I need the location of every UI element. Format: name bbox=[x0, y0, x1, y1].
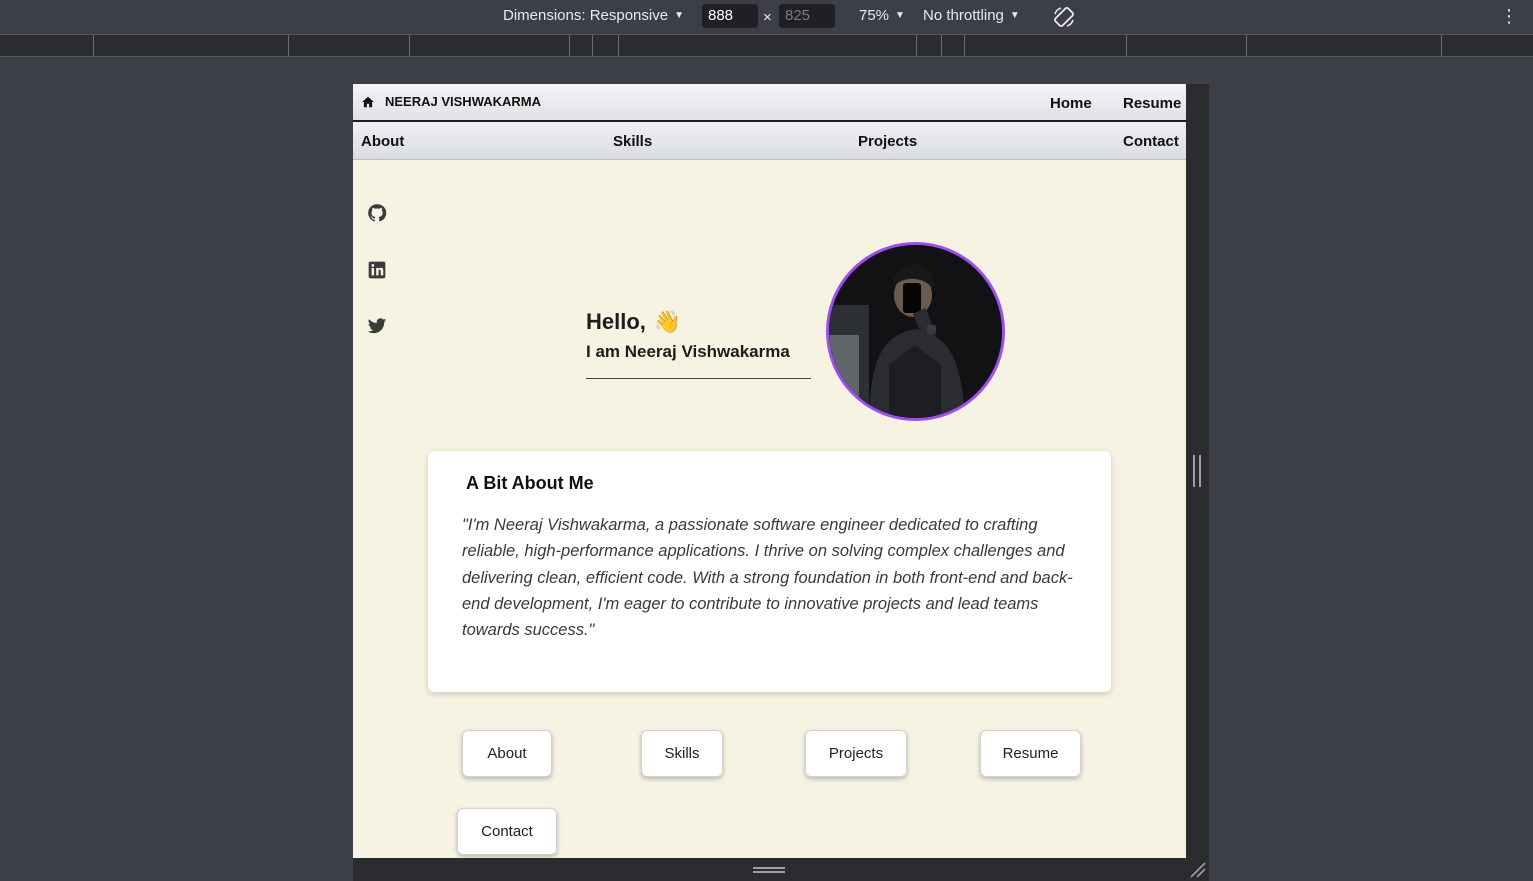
linkedin-icon[interactable] bbox=[367, 260, 387, 280]
about-button[interactable]: About bbox=[462, 730, 552, 777]
resize-grip-icon bbox=[753, 867, 785, 873]
top-navbar: NEERAJ VISHWAKARMA Home Resume bbox=[353, 84, 1186, 122]
profile-photo bbox=[829, 245, 1002, 418]
resume-button[interactable]: Resume bbox=[980, 730, 1081, 777]
hero-greeting: Hello, 👋 bbox=[586, 309, 681, 335]
nav-projects-link[interactable]: Projects bbox=[858, 133, 917, 150]
more-options-icon[interactable]: ⋮ bbox=[1500, 7, 1518, 25]
dimensions-label: Dimensions: Responsive bbox=[503, 7, 669, 24]
height-input[interactable]: 825 bbox=[779, 4, 835, 28]
throttling-dropdown[interactable]: No throttling ▼ bbox=[923, 7, 1020, 24]
zoom-label: 75% bbox=[859, 7, 890, 24]
nav-contact-link[interactable]: Contact bbox=[1123, 133, 1179, 150]
nav-skills-link[interactable]: Skills bbox=[613, 133, 652, 150]
zoom-dropdown[interactable]: 75% ▼ bbox=[859, 7, 905, 24]
profile-avatar bbox=[826, 242, 1005, 421]
section-navbar: About Skills Projects Contact bbox=[353, 122, 1186, 160]
emulated-viewport: NEERAJ VISHWAKARMA Home Resume About Ski… bbox=[353, 84, 1186, 858]
twitter-icon[interactable] bbox=[367, 316, 387, 336]
github-icon[interactable] bbox=[367, 203, 387, 223]
width-input[interactable]: 888 bbox=[702, 4, 758, 28]
projects-button[interactable]: Projects bbox=[805, 730, 907, 777]
media-query-ruler bbox=[0, 34, 1533, 57]
rotate-icon[interactable] bbox=[1052, 5, 1076, 29]
dimensions-dropdown[interactable]: Dimensions: Responsive ▼ bbox=[503, 7, 684, 24]
skills-button[interactable]: Skills bbox=[641, 730, 723, 777]
hero-divider bbox=[586, 378, 811, 379]
wave-icon: 👋 bbox=[653, 309, 682, 335]
dimension-separator: × bbox=[763, 9, 772, 26]
nav-about-link[interactable]: About bbox=[361, 133, 404, 150]
viewport-height-resizer[interactable] bbox=[353, 858, 1186, 881]
greeting-text: Hello, bbox=[586, 309, 646, 334]
nav-home-link[interactable]: Home bbox=[1050, 95, 1092, 112]
devtools-device-toolbar: Dimensions: Responsive ▼ 888 × 825 75% ▼… bbox=[0, 0, 1533, 34]
chevron-down-icon: ▼ bbox=[674, 10, 684, 21]
about-text: "I'm Neeraj Vishwakarma, a passionate so… bbox=[462, 516, 1073, 640]
about-title: A Bit About Me bbox=[466, 473, 594, 493]
home-icon bbox=[362, 96, 374, 107]
nav-resume-link[interactable]: Resume bbox=[1123, 95, 1181, 112]
hero-intro: I am Neeraj Vishwakarma bbox=[586, 342, 790, 361]
resize-grip-icon bbox=[1193, 455, 1201, 487]
throttling-label: No throttling bbox=[923, 7, 1004, 24]
corner-resize-icon[interactable] bbox=[1186, 858, 1209, 881]
brand-link[interactable]: NEERAJ VISHWAKARMA bbox=[361, 94, 541, 109]
chevron-down-icon: ▼ bbox=[1009, 10, 1020, 21]
contact-button[interactable]: Contact bbox=[457, 808, 557, 855]
chevron-down-icon: ▼ bbox=[895, 10, 905, 21]
about-card: A Bit About Me "I'm Neeraj Vishwakarma, … bbox=[428, 451, 1111, 692]
brand-name: NEERAJ VISHWAKARMA bbox=[385, 94, 542, 109]
viewport-width-resizer[interactable] bbox=[1186, 84, 1209, 881]
